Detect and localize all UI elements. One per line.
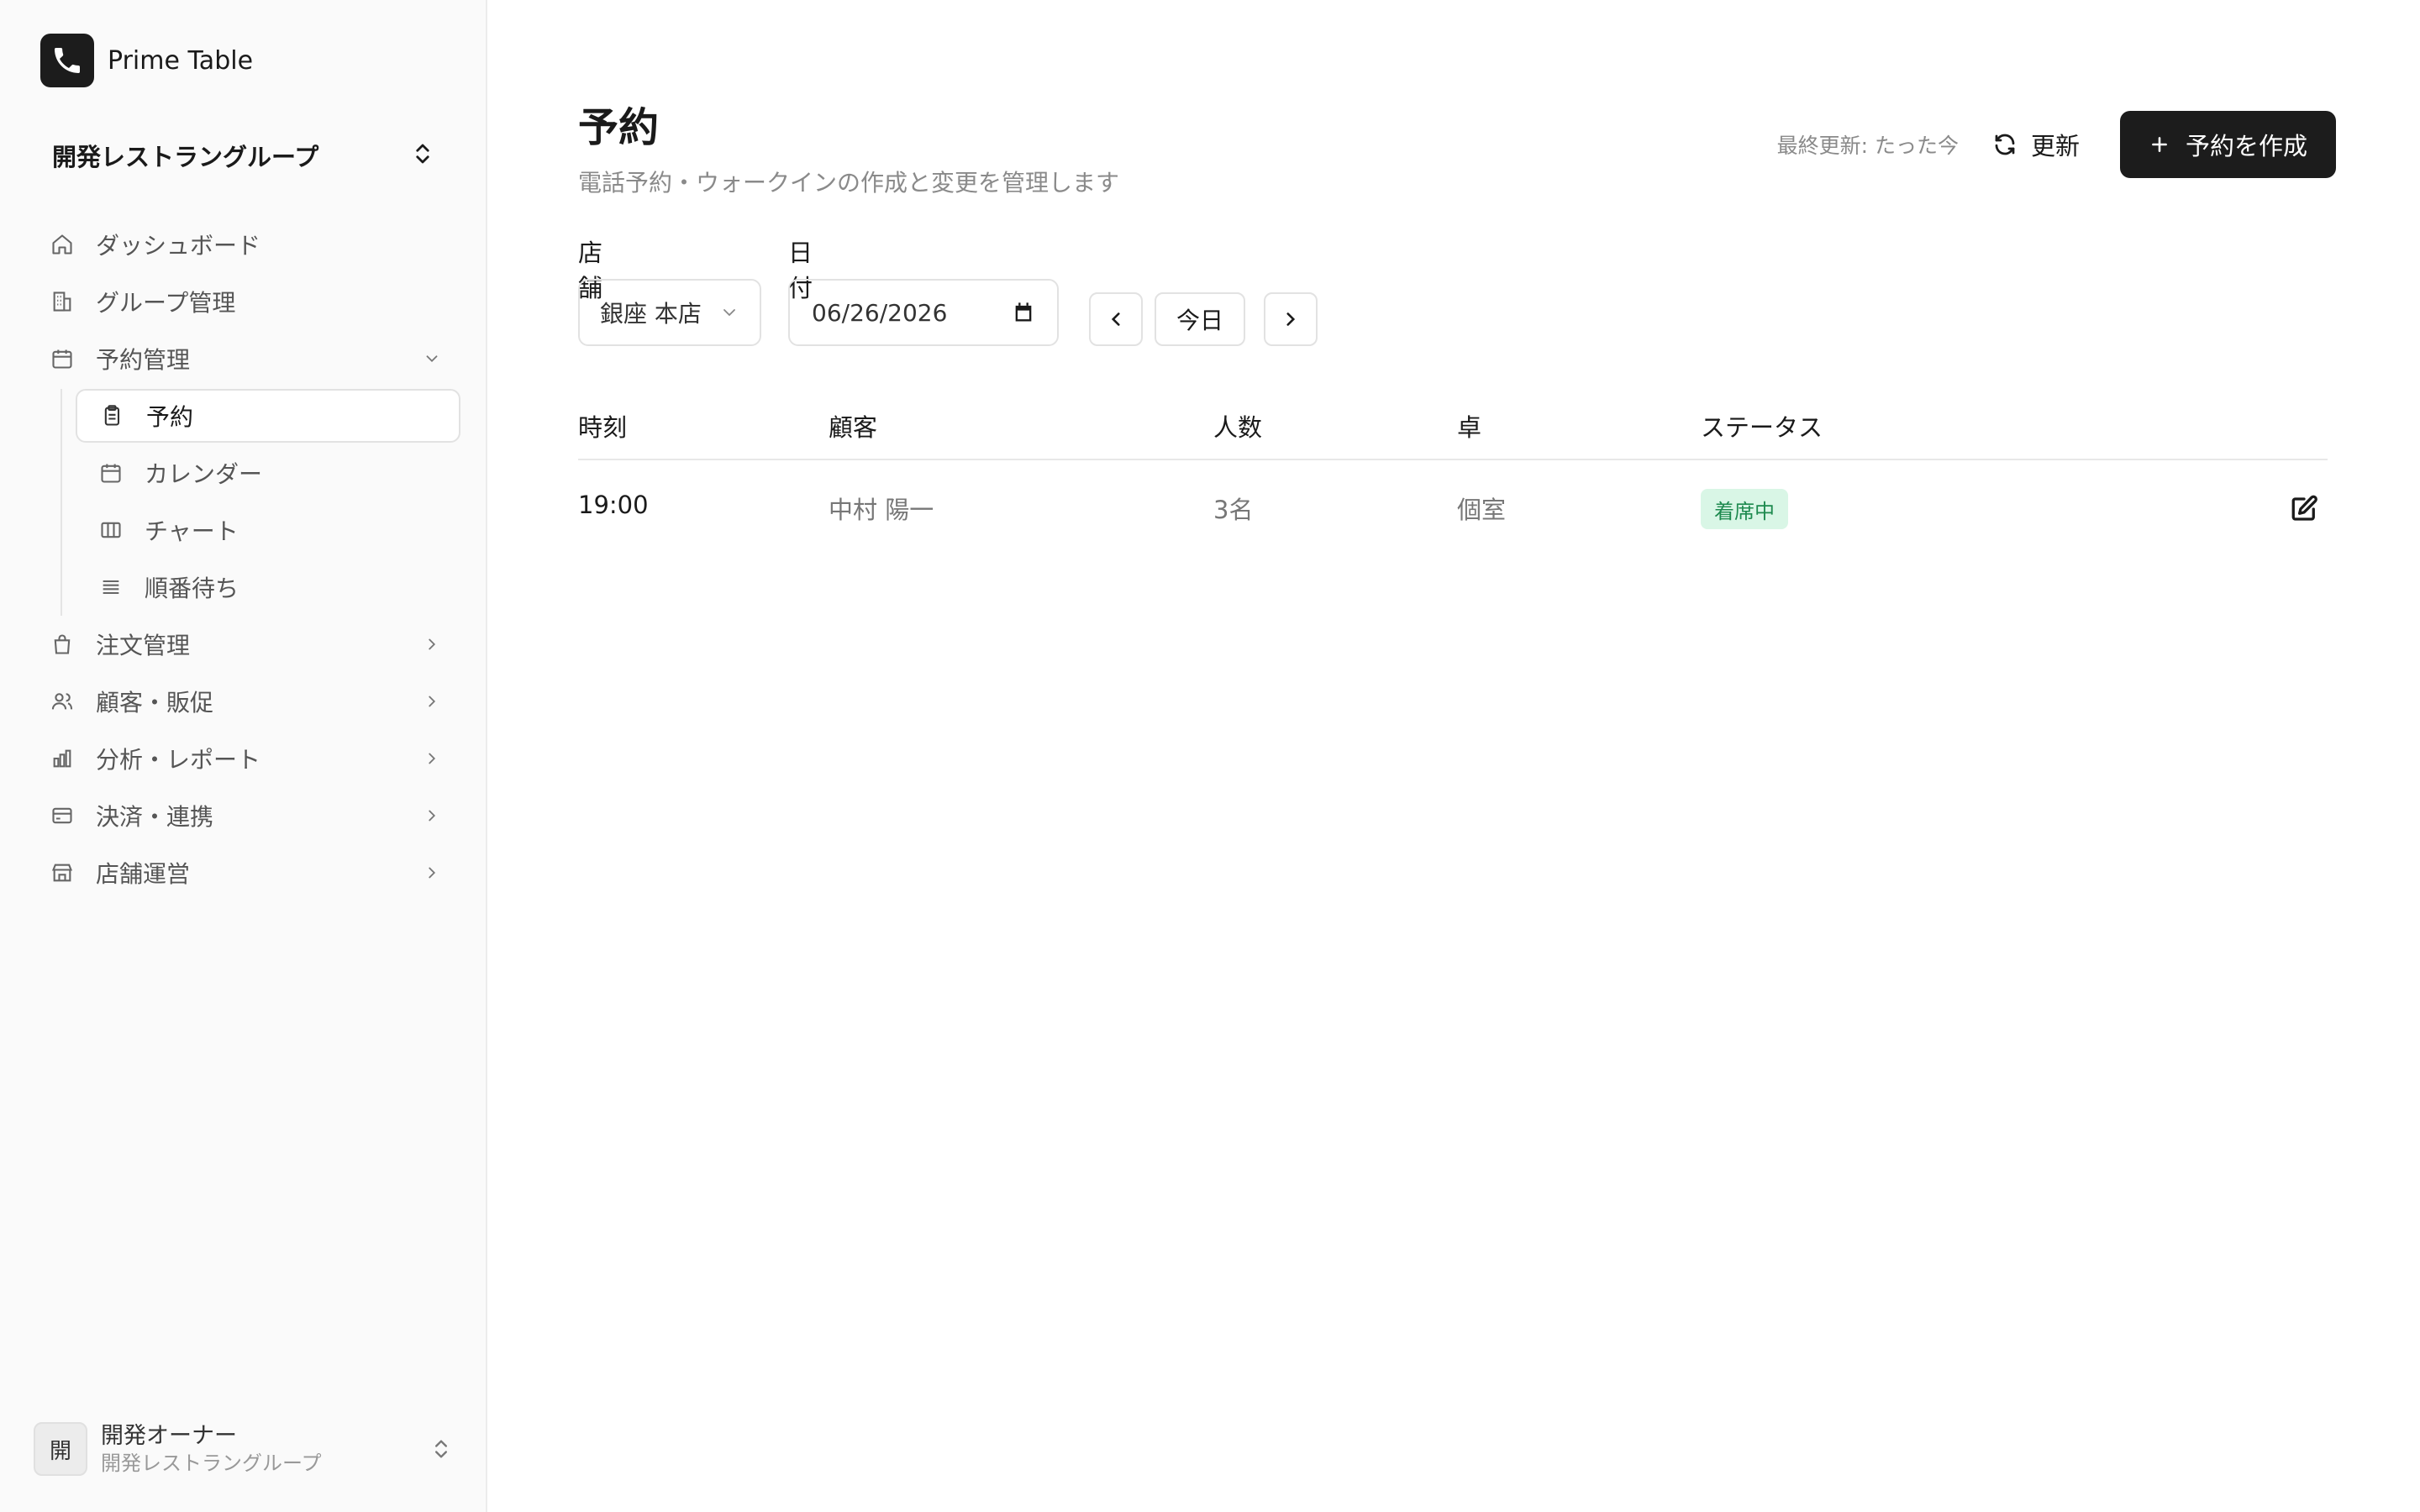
reservation-sub-nav: 予約 カレンダー チャート 順番待ち [60,389,460,616]
brand-name: Prime Table [108,45,254,76]
calendar-icon [97,459,124,486]
chevron-right-icon [420,633,444,656]
sidebar-item-label: 注文管理 [96,632,191,659]
page-title: 予約 [578,104,660,151]
sidebar-item-label: 予約管理 [96,346,191,374]
group-switcher[interactable]: 開発レストラングループ [40,134,447,176]
today-button[interactable]: 今日 [1155,292,1245,346]
sidebar-item-label: グループ管理 [96,289,236,317]
sidebar-item-reservations[interactable]: 予約 [76,389,460,443]
chevron-right-icon [420,690,444,713]
chevrons-up-down-icon [429,1436,454,1462]
create-reservation-button[interactable]: 予約を作成 [2119,111,2336,178]
store-select[interactable]: 銀座 本店 [578,279,761,346]
users-icon [49,688,76,715]
chevron-right-icon [420,861,444,885]
last-updated: 最終更新: たった今 [1776,134,1959,158]
main-content: 予約 電話予約・ウォークインの作成と変更を管理します 最終更新: たった今 更新… [489,0,2420,1512]
reservations-table: 時刻 顧客 人数 卓 ステータス 19:00 中村 陽一 3名 個室 着席中 [578,393,2328,558]
column-header-table: 卓 [1457,413,1482,442]
edit-reservation-button[interactable] [2287,492,2321,526]
columns-icon [97,517,124,543]
sidebar-item-label: ダッシュボード [96,232,261,260]
reservation-table: 個室 [1457,496,1507,524]
table-row[interactable]: 19:00 中村 陽一 3名 個室 着席中 [578,460,2328,558]
sidebar-item-calendar[interactable]: カレンダー [76,444,460,501]
list-icon [97,574,124,601]
store-icon [49,859,76,886]
shopping-bag-icon [49,631,76,658]
create-label: 予約を作成 [2185,132,2307,160]
chevrons-up-down-icon [410,141,435,170]
sidebar: Prime Table 開発レストラングループ ダッシュボード グループ管理 予… [0,0,487,1512]
sidebar-nav: ダッシュボード グループ管理 予約管理 予約 カレンダー チャート 順番待ち 注… [37,216,460,901]
status-badge: 着席中 [1701,489,1788,529]
column-header-customer: 顧客 [829,413,878,442]
store-select-value: 銀座 本店 [600,300,702,328]
sidebar-item-dashboard[interactable]: ダッシュボード [37,216,460,273]
user-name: 開発オーナー [101,1423,237,1449]
sidebar-item-label: 予約 [146,403,194,431]
reservation-customer: 中村 陽一 [829,496,934,524]
refresh-label: 更新 [2030,132,2080,160]
calendar-icon [49,345,76,372]
date-input-value: 06/26/2026 [812,298,948,327]
calendar-icon[interactable] [1012,301,1035,324]
bar-chart-icon [49,745,76,772]
column-header-status: ステータス [1701,413,1823,442]
sidebar-item-label: 分析・レポート [96,746,261,774]
avatar: 開 [34,1422,87,1476]
building-icon [49,288,76,315]
sidebar-item-orders[interactable]: 注文管理 [37,616,460,673]
clipboard-icon [99,402,126,429]
phone-icon [40,34,94,87]
credit-card-icon [49,802,76,829]
refresh-icon [1995,134,2015,155]
edit-icon [2291,495,2317,521]
sidebar-item-label: チャート [145,517,239,545]
page-subtitle: 電話予約・ウォークインの作成と変更を管理します [578,169,1120,197]
user-info: 開発オーナー 開発レストラングループ [101,1422,322,1476]
sidebar-item-label: 順番待ち [145,575,239,602]
sidebar-item-analytics[interactable]: 分析・レポート [37,730,460,787]
sidebar-item-payments[interactable]: 決済・連携 [37,787,460,844]
reservation-party-size: 3名 [1213,496,1254,524]
sidebar-item-waitlist[interactable]: 順番待ち [76,559,460,616]
plus-icon [2152,137,2167,152]
chevron-left-icon [1111,312,1120,326]
chevron-right-icon [1286,312,1296,326]
column-header-party-size: 人数 [1213,413,1263,442]
sidebar-item-label: 決済・連携 [96,803,214,831]
reservation-time: 19:00 [578,491,649,519]
refresh-button[interactable]: 更新 [1992,127,2080,162]
chevron-down-icon [723,309,735,317]
sidebar-item-label: 顧客・販促 [96,689,214,717]
table-header: 時刻 顧客 人数 卓 ステータス [578,393,2328,460]
sidebar-item-group-management[interactable]: グループ管理 [37,273,460,330]
user-menu[interactable]: 開 開発オーナー 開発レストラングループ [34,1420,454,1478]
header-actions: 最終更新: たった今 更新 予約を作成 [1777,111,2336,178]
sidebar-item-chart[interactable]: チャート [76,501,460,559]
brand[interactable]: Prime Table [40,34,253,87]
sidebar-item-label: 店舗運営 [96,860,191,888]
sidebar-item-customers[interactable]: 顧客・販促 [37,673,460,730]
chevron-right-icon [420,804,444,827]
previous-day-button[interactable] [1089,292,1143,346]
sidebar-item-reservation-management[interactable]: 予約管理 [37,330,460,387]
next-day-button[interactable] [1264,292,1318,346]
sidebar-item-label: カレンダー [145,460,263,488]
date-input[interactable]: 06/26/2026 [788,279,1059,346]
user-group: 開発レストラングループ [101,1452,322,1475]
chevron-down-icon [420,347,444,370]
app: Prime Table 開発レストラングループ ダッシュボード グループ管理 予… [0,0,2420,1512]
chevron-right-icon [420,747,444,770]
home-icon [49,231,76,258]
sidebar-item-store-operations[interactable]: 店舗運営 [37,844,460,901]
group-name: 開発レストラングループ [52,143,319,171]
column-header-time: 時刻 [578,413,628,442]
